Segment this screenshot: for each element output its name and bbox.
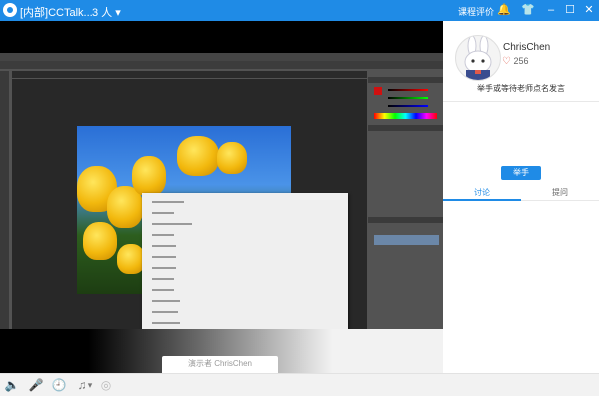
green-slider [388,97,428,99]
chevron-down-icon: ▾ [115,7,121,19]
user-name: ChrisChen [503,42,551,53]
clock-icon[interactable]: 🕘 [51,377,67,393]
chevron-down-icon[interactable]: ▾ [86,377,94,393]
ps-color-panel-header [368,77,443,83]
members-dropdown[interactable]: 3 人 ▾ [92,4,121,20]
bell-icon[interactable]: 🔔 [497,3,511,17]
heart-icon: ♡ [502,56,511,67]
members-count: 3 人 [92,7,113,19]
menu-item [152,289,174,291]
tab-questions[interactable]: 提问 [521,187,599,198]
menu-item [152,300,180,302]
menu-item [152,256,176,258]
close-icon[interactable]: ✕ [582,3,596,17]
minimize-icon[interactable]: – [544,3,558,17]
menu-item [152,212,174,214]
tulip [217,142,247,174]
maximize-icon[interactable]: ☐ [563,3,577,17]
menu-item [152,223,192,225]
ps-adjustments-panel-header [368,125,443,131]
fans-count: ♡ 256 [502,56,529,67]
sidebar: ChrisChen ♡ 256 举手或等待老师点名发言 举手 讨论 提问 [443,21,599,373]
microphone-icon[interactable]: 🎤 [28,377,44,393]
title-bar: [内部]CCTalk... 3 人 ▾ 课程评价 🔔 👕 – ☐ ✕ [0,0,599,21]
presenter-label: 演示者 ChrisChen [162,356,278,374]
tulip [83,222,117,260]
menu-item [152,278,174,280]
speaker-icon[interactable]: 🔈 [4,377,20,393]
red-slider [388,89,428,91]
ps-toolbox [0,71,9,333]
raise-hand-button[interactable]: 举手 [501,166,541,180]
layer-row [374,235,439,245]
shirt-icon[interactable]: 👕 [521,3,535,17]
tab-discussion[interactable]: 讨论 [443,187,521,198]
active-tab-indicator [443,199,521,201]
record-icon[interactable]: ◎ [98,377,114,393]
menu-item [152,267,176,269]
tulip [177,136,219,176]
window-title: [内部]CCTalk... [20,7,93,19]
shared-photoshop-window [0,53,443,369]
blue-slider [388,105,428,107]
ps-options-bar [0,61,443,69]
course-evaluation-button[interactable]: 课程评价 [458,5,494,18]
fans-value: 256 [513,56,529,66]
foreground-color-swatch [374,87,382,95]
ps-layers-panel-header [368,217,443,223]
color-spectrum [374,113,437,119]
ps-panels [368,77,443,337]
menu-item [152,311,178,313]
ps-document-tabs [12,71,367,78]
avatar[interactable] [455,35,501,81]
divider [443,101,599,102]
bottom-toolbar: 🔈 🎤 🕘 ♫ ▾ ◎ [0,373,599,396]
menu-item [152,234,174,236]
cctalk-logo-icon [3,3,17,17]
menu-item [152,201,184,203]
tulip [117,244,145,274]
rabbit-avatar-icon [464,36,492,80]
menu-item [152,245,176,247]
menu-item [152,322,180,324]
ps-menu-bar [0,53,443,61]
speak-hint: 举手或等待老师点名发言 [477,84,565,93]
tulip [132,156,166,196]
screen-share-view [0,21,443,373]
